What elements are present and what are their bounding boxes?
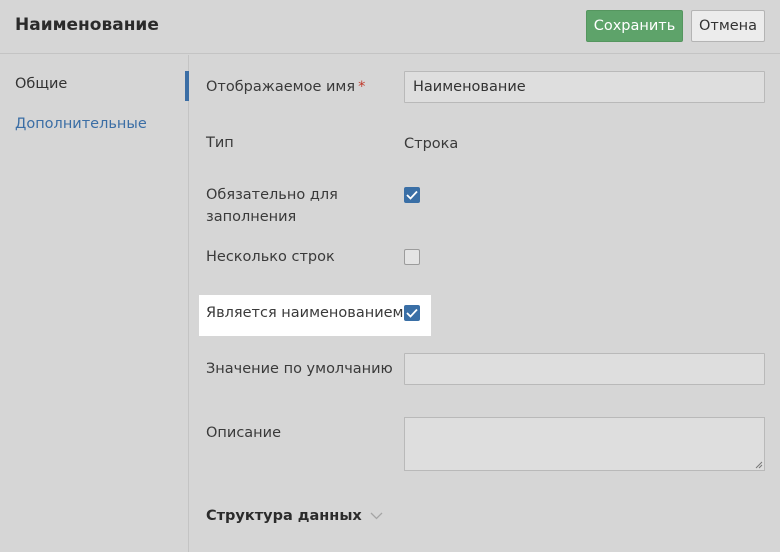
check-icon [406, 190, 418, 200]
required-mark: * [358, 79, 366, 95]
multiline-label: Несколько строк [206, 249, 335, 265]
is-name-label: Является наименованием [206, 305, 404, 321]
chevron-down-icon [370, 512, 383, 520]
cancel-button[interactable]: Отмена [691, 10, 765, 42]
required-label-line2: заполнения [206, 209, 297, 225]
is-name-checkbox[interactable] [404, 305, 420, 321]
page-title: Наименование [15, 15, 159, 35]
resize-grip-icon[interactable] [754, 460, 763, 469]
required-checkbox[interactable] [404, 187, 420, 203]
check-icon [406, 308, 418, 318]
header: Наименование Сохранить Отмена [0, 0, 780, 54]
data-structure-label: Структура данных [206, 508, 362, 524]
display-name-label: Отображаемое имя * [206, 76, 365, 98]
sidebar-item-general[interactable]: Общие [15, 76, 67, 92]
type-label: Тип [206, 135, 234, 151]
sidebar: Общие Дополнительные [0, 55, 189, 552]
description-textarea[interactable] [404, 417, 765, 471]
description-label: Описание [206, 425, 281, 441]
required-label: Обязательно для заполнения [206, 184, 338, 228]
default-value-input[interactable] [404, 353, 765, 385]
data-structure-toggle[interactable]: Структура данных [206, 508, 383, 524]
sidebar-item-additional[interactable]: Дополнительные [15, 116, 147, 132]
display-name-label-text: Отображаемое имя [206, 79, 356, 95]
default-value-label: Значение по умолчанию [206, 361, 393, 377]
type-value: Строка [404, 136, 459, 152]
required-label-line1: Обязательно для [206, 187, 338, 203]
display-name-input[interactable] [404, 71, 765, 103]
save-button[interactable]: Сохранить [586, 10, 683, 42]
active-tab-indicator [185, 71, 189, 101]
multiline-checkbox[interactable] [404, 249, 420, 265]
